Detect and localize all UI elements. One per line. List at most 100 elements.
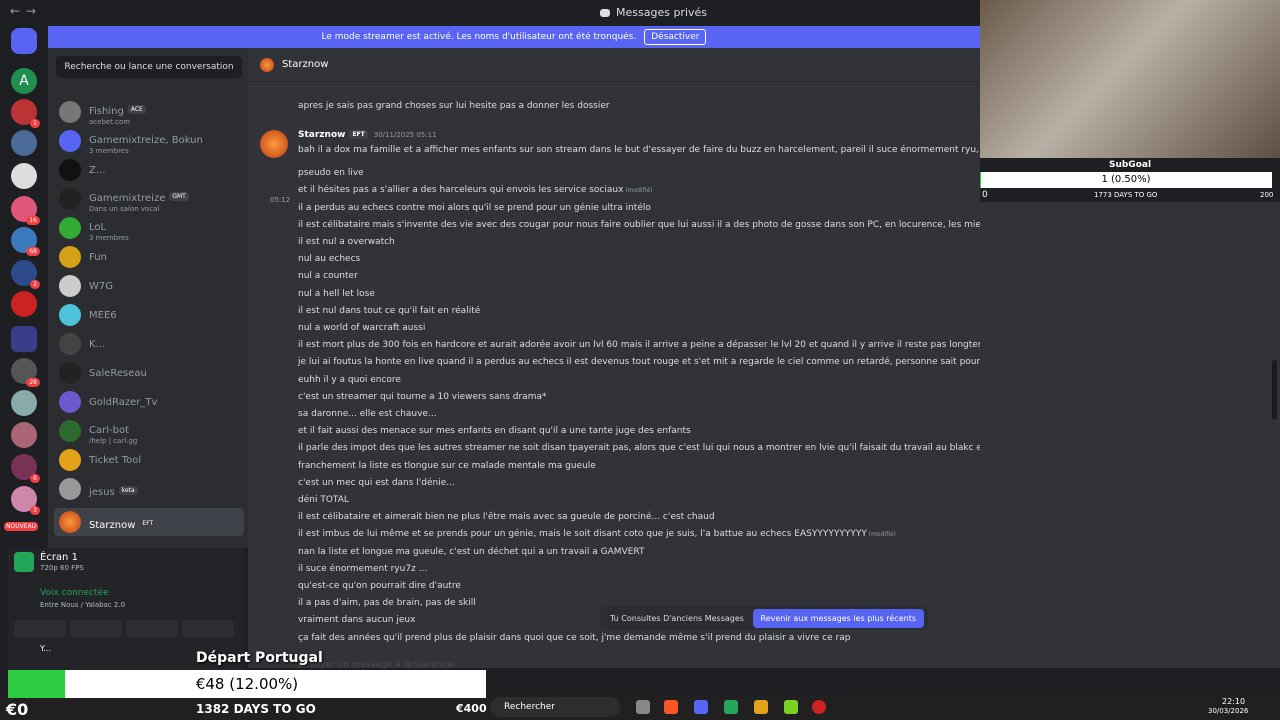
dm-name: Gamemixtreize xyxy=(89,192,166,204)
voice-channel[interactable]: Entre Nous / Yalabac 2.0 xyxy=(40,601,125,609)
dm-item[interactable]: Gamemixtreize, Bokun 3 membres xyxy=(54,127,244,155)
hover-timestamp: 05:12 xyxy=(270,196,291,204)
server-icon[interactable] xyxy=(11,422,37,448)
dm-tag: EFT xyxy=(139,518,157,528)
mention-badge: 68 xyxy=(26,247,40,256)
server-icon[interactable]: 6 xyxy=(11,454,40,483)
dm-item[interactable]: Z... xyxy=(54,156,244,184)
dm-item[interactable]: jesus keta xyxy=(54,475,244,503)
dm-item[interactable]: Fun xyxy=(54,243,244,271)
author-name[interactable]: Starznow xyxy=(298,130,345,140)
dm-name: Fishing xyxy=(89,105,124,117)
goal-right: €400 xyxy=(456,702,487,715)
dm-item[interactable]: Gamemixtreize GMT Dans un salon vocal xyxy=(54,185,244,213)
activity-button[interactable] xyxy=(126,620,178,638)
message-line: sa daronne... elle est chauve... xyxy=(298,409,437,419)
server-icon[interactable]: 1 xyxy=(11,99,40,128)
obs-icon[interactable] xyxy=(812,700,826,714)
clock-date[interactable]: 30/03/2026 xyxy=(1208,707,1248,715)
old-messages-notice: Tu Consultes D'anciens Messages xyxy=(610,613,744,623)
app-icon[interactable] xyxy=(724,700,738,714)
avatar xyxy=(59,362,81,384)
message-line: et il fait aussi des menace sur mes enfa… xyxy=(298,426,691,437)
clock-time[interactable]: 22:10 xyxy=(1222,697,1245,706)
server-icon[interactable]: 2 xyxy=(11,260,40,289)
disable-streamer-mode-button[interactable]: Désactiver xyxy=(644,29,707,45)
dm-item[interactable]: Ticket Tool xyxy=(54,446,244,474)
message-line: vraiment dans aucun jeux xyxy=(298,615,416,626)
server-icon[interactable]: 16 xyxy=(11,196,40,225)
message-line: il est célibataire mais s'invente des vi… xyxy=(298,219,992,230)
goal-value: €48 (12.00%) xyxy=(195,675,299,693)
dm-item-active[interactable]: Starznow EFT xyxy=(54,508,244,536)
dm-sub: 3 membres xyxy=(89,146,129,155)
message-line: c'est un streamer qui tourne a 10 viewer… xyxy=(298,391,547,402)
dm-sub: Dans un salon vocal xyxy=(89,204,160,213)
app-icon[interactable] xyxy=(784,700,798,714)
avatar xyxy=(59,101,81,123)
chat-header: Starznow xyxy=(248,48,980,82)
dm-item[interactable]: Carl-bot/help | carl.gg xyxy=(54,417,244,445)
mention-badge: 1 xyxy=(30,119,40,128)
dm-name: MEE6 xyxy=(89,309,117,321)
subgoal-bar: 1 (0.50%) xyxy=(980,172,1272,188)
subgoal-widget: SubGoal 1 (0.50%) 0 1773 DAYS TO GO 200 xyxy=(980,158,1280,202)
dm-sidebar: Recherche ou lance une conversation Fish… xyxy=(48,48,248,548)
server-icon[interactable] xyxy=(11,390,37,416)
chat-title: Starznow xyxy=(282,59,329,70)
message-line: nul a world of warcraft aussi xyxy=(298,323,426,333)
message-line: il suce énormement ryu7z ... xyxy=(298,563,428,574)
brave-icon[interactable] xyxy=(664,700,678,714)
dm-item[interactable]: Fishing ACE acebet.com xyxy=(54,98,244,126)
dm-search-input[interactable]: Recherche ou lance une conversation xyxy=(56,56,242,78)
discord-icon[interactable] xyxy=(694,700,708,714)
avatar xyxy=(59,217,81,239)
server-icon[interactable] xyxy=(11,130,37,156)
scrollbar[interactable] xyxy=(1272,360,1277,420)
server-icon-a[interactable]: A xyxy=(11,68,37,94)
server-icon[interactable] xyxy=(11,163,37,189)
avatar xyxy=(59,511,81,533)
server-icon[interactable]: 3 xyxy=(11,486,40,515)
camera-off-button[interactable] xyxy=(14,620,66,638)
avatar xyxy=(59,304,81,326)
server-icon[interactable]: 68 xyxy=(11,227,40,256)
voice-status: Voix connectée xyxy=(40,588,109,598)
author-avatar[interactable] xyxy=(260,130,288,158)
avatar xyxy=(59,275,81,297)
message-line: franchement la liste es tlongue sur ce m… xyxy=(298,460,596,471)
task-view-icon[interactable] xyxy=(636,700,650,714)
dm-item[interactable]: GoldRazer_Tv xyxy=(54,388,244,416)
taskbar-search[interactable]: Rechercher xyxy=(490,697,620,717)
stream-button[interactable] xyxy=(70,620,122,638)
avatar xyxy=(59,188,81,210)
server-icon[interactable] xyxy=(11,291,37,317)
new-badge: NOUVEAU xyxy=(4,522,38,531)
discord-home-icon[interactable] xyxy=(11,28,37,54)
avatar xyxy=(59,478,81,500)
dm-item[interactable]: MEE6 xyxy=(54,301,244,329)
message-line: il est célibataire et aimerait bien ne p… xyxy=(298,512,715,523)
dm-sub: /help | carl.gg xyxy=(89,436,138,445)
message-line: bah il a dox ma famille et a afficher me… xyxy=(298,145,993,155)
dm-item[interactable]: LoL 3 membres xyxy=(54,214,244,242)
screen-name: Écran 1 xyxy=(40,552,78,563)
avatar xyxy=(59,391,81,413)
soundboard-button[interactable] xyxy=(182,620,234,638)
goal-title: Départ Portugal xyxy=(196,650,323,666)
message-author[interactable]: Starznow EFT 30/11/2025 05:11 xyxy=(298,130,437,140)
nav-arrows[interactable]: ←→ xyxy=(10,4,42,18)
message-line: il est nul dans tout ce qu'il fait en ré… xyxy=(298,305,481,316)
dm-name: K... xyxy=(89,338,106,350)
chat-area: Starznow apres je sais pas grand choses … xyxy=(248,48,1260,668)
dm-item[interactable]: W7G xyxy=(54,272,244,300)
jump-to-present-button[interactable]: Revenir aux messages les plus récents xyxy=(752,608,924,628)
server-icon[interactable]: 28 xyxy=(11,358,40,387)
folder-icon[interactable] xyxy=(11,326,37,352)
webcam-overlay xyxy=(980,0,1280,158)
edited-label: (modifié) xyxy=(623,187,653,195)
dm-item[interactable]: SaleReseau xyxy=(54,359,244,387)
dm-item[interactable]: K... xyxy=(54,330,244,358)
app-icon[interactable] xyxy=(754,700,768,714)
taskbar-search-label: Rechercher xyxy=(504,702,555,712)
